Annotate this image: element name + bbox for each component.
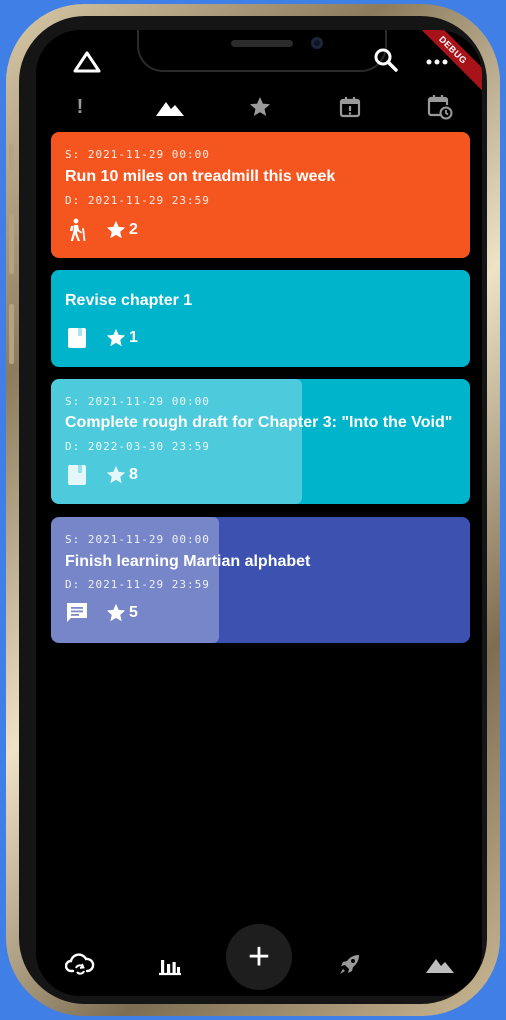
notch: [137, 30, 387, 72]
goal-title: Complete rough draft for Chapter 3: "Int…: [65, 414, 453, 431]
goal-meta: 1: [65, 326, 138, 350]
star-count: 5: [129, 604, 138, 621]
exclamation-icon: !: [76, 95, 84, 118]
tab-due-soon[interactable]: [330, 92, 370, 122]
star-icon: [106, 603, 126, 622]
book-icon: [65, 463, 89, 487]
hiking-icon: [65, 218, 89, 242]
cloud-sync-icon: [65, 953, 95, 975]
mute-switch: [9, 144, 14, 174]
front-camera: [311, 37, 323, 49]
star-rating: 8: [105, 464, 138, 486]
goal-card[interactable]: S: 2021-11-29 00:00 Complete rough draft…: [51, 379, 470, 504]
bar-chart-icon: [159, 960, 181, 976]
add-icon: +: [247, 936, 271, 978]
star-icon: [106, 220, 126, 239]
mountain-icon: [426, 959, 454, 973]
calendar-alert-icon: [339, 97, 361, 118]
goal-card[interactable]: S: 2021-11-29 00:00 Finish learning Mart…: [51, 517, 470, 643]
app-screen: DEBUG ! S: 2021-11-29 00:00 Run 10 miles…: [36, 30, 482, 996]
app-logo-triangle-icon[interactable]: [72, 50, 102, 79]
add-goal-button[interactable]: +: [226, 924, 292, 990]
star-icon: [106, 465, 126, 484]
more-options-icon[interactable]: [426, 54, 448, 72]
star-count: 2: [129, 221, 138, 238]
goal-title: Run 10 miles on treadmill this week: [65, 168, 336, 185]
star-rating: 2: [105, 219, 138, 241]
goal-meta: 2: [65, 218, 138, 242]
search-icon[interactable]: [372, 46, 400, 79]
volume-down-button: [9, 304, 14, 364]
star-rating: 5: [105, 602, 138, 624]
start-date: S: 2021-11-29 00:00: [65, 395, 210, 408]
rocket-icon: [340, 955, 359, 974]
filter-tabs: !: [36, 92, 482, 122]
goal-title: Revise chapter 1: [65, 292, 193, 309]
tab-priority[interactable]: !: [60, 92, 100, 122]
due-date: D: 2021-11-29 23:59: [65, 578, 210, 591]
volume-up-button: [9, 214, 14, 274]
mountain-icon: [156, 102, 184, 116]
star-icon: [106, 328, 126, 347]
calendar-clock-icon: [427, 95, 453, 120]
start-date: S: 2021-11-29 00:00: [65, 533, 210, 546]
star-icon: [250, 97, 270, 116]
goals-nav-button[interactable]: [422, 946, 458, 982]
star-count: 1: [129, 329, 138, 346]
tab-starred[interactable]: [240, 92, 280, 122]
tab-goals[interactable]: [150, 92, 190, 122]
cloud-sync-button[interactable]: [62, 946, 98, 982]
star-rating: 1: [105, 327, 138, 349]
chat-icon: [65, 601, 89, 625]
due-date: D: 2022-03-30 23:59: [65, 440, 210, 453]
goal-title: Finish learning Martian alphabet: [65, 553, 311, 570]
due-date: D: 2021-11-29 23:59: [65, 194, 210, 207]
tab-scheduled[interactable]: [420, 92, 460, 122]
bottom-nav: +: [36, 922, 482, 996]
goal-card[interactable]: S: 2021-11-29 00:00 Run 10 miles on trea…: [51, 132, 470, 258]
speaker-grille: [231, 40, 293, 47]
book-icon: [65, 326, 89, 350]
launch-button[interactable]: [332, 946, 368, 982]
stats-button[interactable]: [152, 946, 188, 982]
start-date: S: 2021-11-29 00:00: [65, 148, 210, 161]
goal-card[interactable]: Revise chapter 1 1: [51, 270, 470, 367]
goal-meta: 5: [65, 601, 138, 625]
star-count: 8: [129, 466, 138, 483]
goal-meta: 8: [65, 463, 138, 487]
